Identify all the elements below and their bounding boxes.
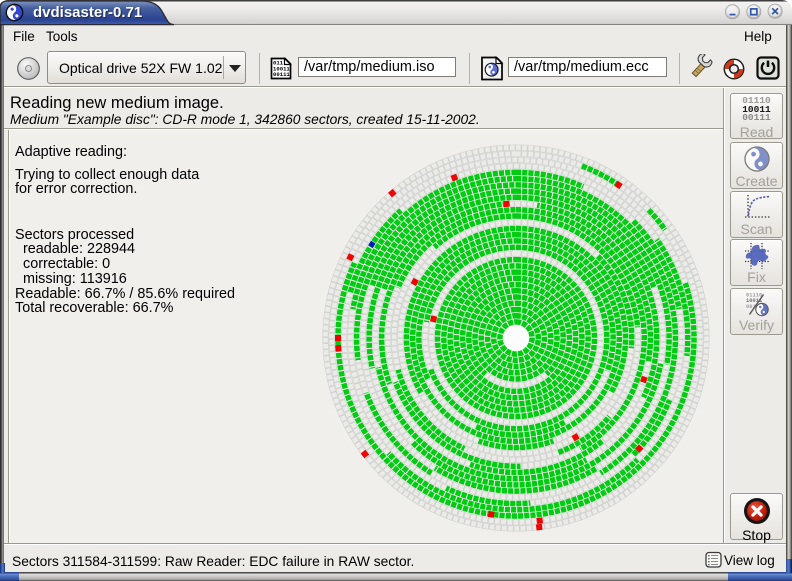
svg-text:00111: 00111 (273, 71, 290, 78)
